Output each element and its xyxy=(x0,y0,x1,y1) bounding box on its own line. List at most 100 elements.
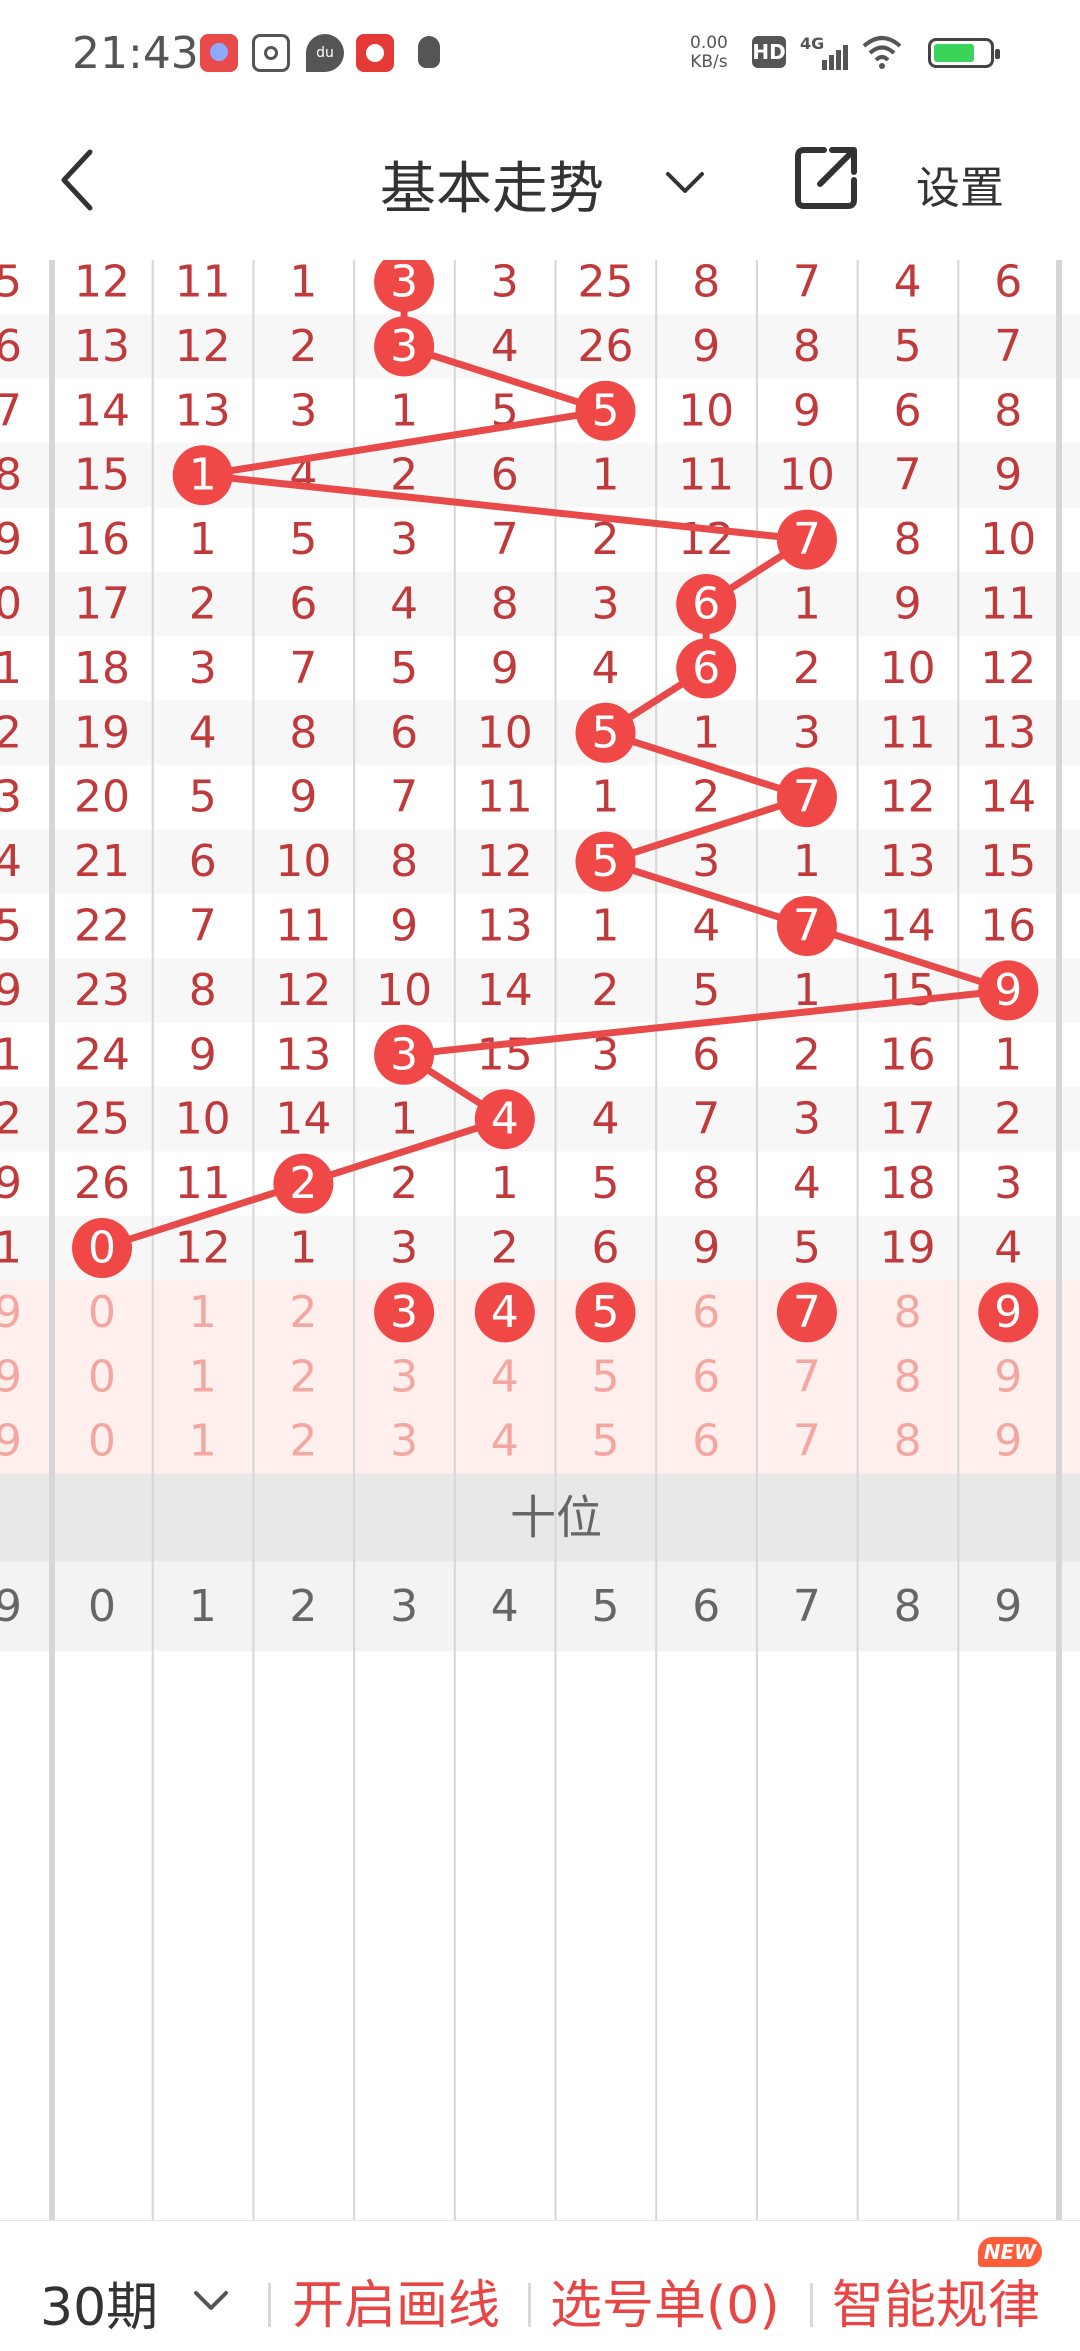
table-cell: 12 xyxy=(980,643,1036,694)
left-partial-cell: 5 xyxy=(0,901,22,952)
axis-digit: 1 xyxy=(189,1581,217,1632)
table-cell: 1 xyxy=(491,1158,519,1209)
table-cell: 9 xyxy=(894,579,922,630)
stat-left-partial: 9 xyxy=(0,1416,22,1467)
table-cell: 1 xyxy=(390,385,418,436)
draw-ball-number: 3 xyxy=(390,321,418,372)
table-cell: 4 xyxy=(994,1223,1022,1274)
table-cell: 25 xyxy=(578,260,634,308)
table-cell: 13 xyxy=(880,836,936,887)
divider xyxy=(268,2283,271,2327)
stat-ball-number: 3 xyxy=(390,1287,418,1338)
table-cell: 1 xyxy=(390,1094,418,1145)
draw-ball-number: 5 xyxy=(592,385,620,436)
table-cell: 20 xyxy=(74,772,130,823)
draw-ball-number: 0 xyxy=(88,1223,116,1274)
left-partial-cell: 1 xyxy=(0,643,22,694)
trend-chart: 5 12 11 1 3 25 8 7 4 6 6 13 12 2 4 26 9 8 5 7 7 14 13 3 1 5 10 9 6 8 8… xyxy=(0,260,1080,2220)
table-cell: 7 xyxy=(994,321,1022,372)
table-cell: 13 xyxy=(477,901,533,952)
table-cell: 11 xyxy=(980,579,1036,630)
table-cell: 8 xyxy=(491,579,519,630)
draw-line-button[interactable]: 开启画线 xyxy=(292,2263,500,2338)
stat-left-partial: 9 xyxy=(0,1287,22,1338)
stat-cell: 1 xyxy=(189,1351,217,1402)
table-cell: 7 xyxy=(289,643,317,694)
table-cell: 14 xyxy=(880,901,936,952)
stat-ball-number: 9 xyxy=(994,1287,1022,1338)
table-cell: 11 xyxy=(275,901,331,952)
table-cell: 9 xyxy=(491,643,519,694)
video-app-icon xyxy=(356,34,394,72)
table-cell: 10 xyxy=(275,836,331,887)
table-cell: 12 xyxy=(175,1223,231,1274)
table-cell: 4 xyxy=(189,707,217,758)
table-cell: 7 xyxy=(390,772,418,823)
share-icon[interactable] xyxy=(790,142,862,214)
axis-digit: 0 xyxy=(88,1581,116,1632)
stat-ball-number: 7 xyxy=(793,1287,821,1338)
table-cell: 3 xyxy=(994,1158,1022,1209)
table-cell: 14 xyxy=(74,385,130,436)
table-cell: 1 xyxy=(592,450,620,501)
period-selector[interactable]: 30期 xyxy=(40,2265,158,2340)
smart-rule-button[interactable]: 智能规律 xyxy=(832,2263,1040,2338)
table-cell: 1 xyxy=(692,707,720,758)
bottom-toolbar: 30期 开启画线 选号单(0) 智能规律 NEW xyxy=(0,2220,1080,2351)
page-title[interactable]: 基本走势 xyxy=(380,144,604,225)
axis-digit: 5 xyxy=(592,1581,620,1632)
table-cell: 4 xyxy=(390,579,418,630)
left-partial-cell: 6 xyxy=(0,321,22,372)
table-cell: 15 xyxy=(880,965,936,1016)
table-cell: 11 xyxy=(477,772,533,823)
table-cell: 8 xyxy=(793,321,821,372)
chevron-down-icon[interactable] xyxy=(190,2283,232,2319)
stat-cell: 6 xyxy=(692,1287,720,1338)
axis-digit: 6 xyxy=(692,1581,720,1632)
table-cell: 16 xyxy=(880,1029,936,1080)
table-cell: 3 xyxy=(390,514,418,565)
table-cell: 6 xyxy=(491,450,519,501)
left-partial-cell: 7 xyxy=(0,385,22,436)
table-cell: 3 xyxy=(692,836,720,887)
table-cell: 7 xyxy=(894,450,922,501)
table-cell: 8 xyxy=(189,965,217,1016)
table-cell: 4 xyxy=(894,260,922,308)
table-cell: 1 xyxy=(793,836,821,887)
table-cell: 18 xyxy=(74,643,130,694)
table-cell: 12 xyxy=(275,965,331,1016)
chevron-down-icon[interactable] xyxy=(660,158,710,208)
table-cell: 2 xyxy=(189,579,217,630)
table-cell: 9 xyxy=(189,1029,217,1080)
draw-ball-number: 4 xyxy=(491,1094,519,1145)
chevron-left-icon[interactable] xyxy=(50,140,120,220)
table-cell: 12 xyxy=(880,772,936,823)
table-cell: 6 xyxy=(894,385,922,436)
du-icon: du xyxy=(306,34,344,72)
left-partial-cell: 9 xyxy=(0,514,22,565)
table-cell: 1 xyxy=(994,1029,1022,1080)
table-cell: 2 xyxy=(491,1223,519,1274)
draw-ball-number: 6 xyxy=(692,643,720,694)
stat-cell: 0 xyxy=(88,1416,116,1467)
table-cell: 2 xyxy=(994,1094,1022,1145)
table-cell: 9 xyxy=(692,1223,720,1274)
table-cell: 14 xyxy=(275,1094,331,1145)
table-cell: 5 xyxy=(894,321,922,372)
settings-button[interactable]: 设置 xyxy=(916,152,1004,216)
table-cell: 25 xyxy=(74,1094,130,1145)
draw-ball-number: 6 xyxy=(692,579,720,630)
table-cell: 11 xyxy=(175,260,231,308)
axis-digit: 4 xyxy=(491,1581,519,1632)
table-cell: 5 xyxy=(692,965,720,1016)
axis-digit: 7 xyxy=(793,1581,821,1632)
pick-list-button[interactable]: 选号单(0) xyxy=(550,2263,780,2338)
table-cell: 5 xyxy=(189,772,217,823)
left-partial-cell: 2 xyxy=(0,1094,22,1145)
table-cell: 2 xyxy=(793,643,821,694)
table-cell: 1 xyxy=(189,514,217,565)
stat-cell: 9 xyxy=(994,1416,1022,1467)
table-cell: 26 xyxy=(74,1158,130,1209)
stat-cell: 7 xyxy=(793,1351,821,1402)
table-cell: 14 xyxy=(980,772,1036,823)
